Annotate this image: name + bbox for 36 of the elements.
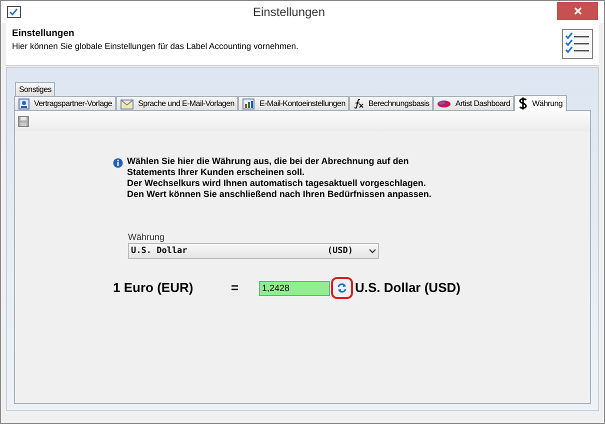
tab[interactable]: Währung [514,95,567,111]
tab[interactable]: Sonstiges [15,82,56,96]
header-description: Hier können Sie globale Einstellungen für das Label Accounting vornehmen. [12,40,300,52]
tab[interactable]: Vertragspartner-Vorlage [14,96,116,110]
info-text: Den Wert können Sie anschließend nach Ihren Bedürfnissen anpassen. [127,189,432,200]
tab[interactable]: Berechnungsbasis [349,96,434,110]
equals-sign: = [231,279,240,298]
oval-gem-icon [437,100,452,108]
save-icon[interactable] [18,116,29,126]
contact-card-icon [18,98,30,110]
tab[interactable]: Artist Dashboard [433,96,514,110]
tab[interactable]: E-Mail-Kontoeinstellungen [238,96,350,110]
checkbox-window-icon [7,6,21,18]
info-text: Wählen Sie hier die Währung aus, die bei der Abrechnung auf den [127,156,410,167]
rate-to-label: U.S. Dollar (USD) [355,279,460,298]
rate-from-label: 1 Euro (EUR) [113,279,194,298]
checklist-icon [562,29,593,59]
dollar-icon [518,97,528,110]
refresh-button[interactable] [331,277,353,299]
envelope-icon [120,98,134,110]
window-title: Einstellungen [252,4,326,21]
chevron-down-icon [369,248,376,254]
info-text: Statements Ihrer Kunden erscheinen soll. [127,167,306,178]
currency-name: U.S. Dollar [131,244,188,258]
rate-field[interactable]: 1,2428 [259,280,330,296]
info-icon [113,158,123,168]
header-title: Einstellungen [12,27,76,40]
refresh-icon [337,283,347,293]
tab[interactable]: Sprache und E-Mail-Vorlagen [116,96,238,110]
currency-dropdown[interactable]: U.S. Dollar (USD) [128,243,379,259]
currency-label: Währung [128,231,166,243]
function-icon [353,98,364,109]
currency-code: (USD) [327,244,353,258]
close-button[interactable] [557,2,598,20]
close-icon [574,6,582,14]
info-text: Der Wechselkurs wird Ihnen automatisch tagesaktuell vorgeschlagen. [127,178,427,189]
